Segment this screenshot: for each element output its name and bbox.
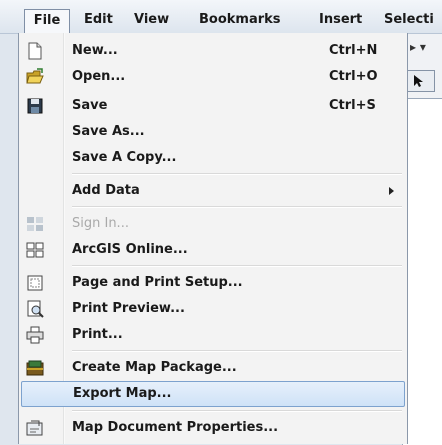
menu-item-arcgis-online[interactable]: ArcGIS Online... — [19, 237, 407, 263]
menu-item-save-as[interactable]: Save As... — [19, 119, 407, 145]
new-document-icon — [28, 42, 42, 60]
file-menu-dropdown: New... Ctrl+N Open... Ctrl+O Save Ctrl+S… — [18, 33, 408, 444]
menu-item-save[interactable]: Save Ctrl+S — [19, 93, 407, 119]
menu-item-label: ArcGIS Online... — [72, 242, 188, 257]
table-of-contents-panel — [402, 98, 442, 445]
menu-item-label: Save — [72, 98, 108, 113]
menu-separator — [72, 173, 402, 175]
menu-view[interactable]: View — [134, 9, 169, 31]
menu-item-label: Save A Copy... — [72, 150, 177, 165]
map-package-icon — [26, 360, 44, 376]
menu-separator — [72, 265, 402, 267]
menu-selection[interactable]: Selecti — [384, 9, 434, 31]
menu-item-open[interactable]: Open... Ctrl+O — [19, 64, 407, 90]
menu-item-label: Print Preview... — [72, 301, 185, 316]
arcgis-online-icon — [26, 242, 44, 258]
menu-bar: File Edit View Bookmarks Insert Selecti — [0, 0, 442, 34]
print-preview-icon — [27, 300, 44, 318]
menu-item-label: Add Data — [72, 183, 140, 198]
menu-item-label: Page and Print Setup... — [72, 275, 243, 290]
menu-item-label: Open... — [72, 69, 126, 84]
menu-item-add-data[interactable]: Add Data — [19, 178, 407, 204]
submenu-arrow-icon — [389, 187, 394, 195]
menu-item-map-document-properties[interactable]: Map Document Properties... — [19, 415, 407, 441]
menu-item-label: Sign In... — [72, 216, 129, 231]
menu-item-page-print-setup[interactable]: Page and Print Setup... — [19, 270, 407, 296]
menu-item-label: Map Document Properties... — [72, 420, 279, 435]
select-tool-button[interactable] — [405, 70, 435, 92]
page-setup-icon — [27, 275, 43, 291]
menu-item-label: New... — [72, 43, 118, 58]
menu-item-print-preview[interactable]: Print Preview... — [19, 296, 407, 322]
shortcut-text: Ctrl+O — [329, 69, 378, 84]
save-disk-icon — [27, 98, 43, 114]
toolbar-arrow-icon: ▸ ▾ — [410, 40, 426, 54]
printer-icon — [26, 326, 44, 344]
menu-item-create-map-package[interactable]: Create Map Package... — [19, 355, 407, 381]
pointer-icon — [414, 75, 423, 87]
menu-separator — [72, 410, 402, 412]
sign-in-icon — [27, 217, 43, 231]
menu-insert[interactable]: Insert — [319, 9, 362, 31]
document-properties-icon — [26, 420, 43, 436]
menu-item-label: Save As... — [72, 124, 145, 139]
menu-item-export-map[interactable]: Export Map... — [21, 381, 405, 407]
menu-item-save-a-copy[interactable]: Save A Copy... — [19, 145, 407, 171]
menu-item-new[interactable]: New... Ctrl+N — [19, 38, 407, 64]
menu-bookmarks[interactable]: Bookmarks — [199, 9, 281, 31]
open-folder-icon — [26, 68, 44, 84]
menu-item-sign-in: Sign In... — [19, 211, 407, 237]
menu-item-label: Export Map... — [73, 386, 172, 401]
menu-separator — [72, 206, 402, 208]
menu-item-label: Create Map Package... — [72, 360, 237, 375]
menu-item-print[interactable]: Print... — [19, 322, 407, 348]
shortcut-text: Ctrl+S — [329, 98, 376, 113]
shortcut-text: Ctrl+N — [329, 43, 378, 58]
menu-file[interactable]: File — [24, 9, 70, 33]
menu-item-label: Print... — [72, 327, 123, 342]
menu-separator — [72, 350, 402, 352]
menu-edit[interactable]: Edit — [84, 9, 113, 31]
